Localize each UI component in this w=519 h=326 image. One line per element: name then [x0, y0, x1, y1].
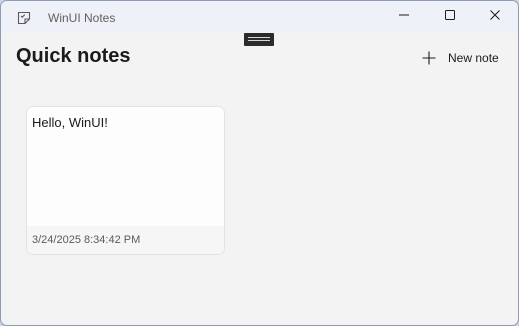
note-date: 3/24/2025 8:34:42 PM: [32, 234, 141, 246]
debug-toolbar-handle[interactable]: [244, 33, 274, 46]
close-icon: [489, 8, 501, 26]
sticky-note-icon: [16, 10, 32, 26]
page-title: Quick notes: [16, 45, 131, 67]
note-footer: 3/24/2025 8:34:42 PM: [27, 226, 224, 254]
title-bar[interactable]: WinUI Notes: [1, 1, 518, 33]
maximize-button[interactable]: [427, 1, 473, 33]
note-card[interactable]: Hello, WinUI! 3/24/2025 8:34:42 PM: [26, 106, 225, 255]
new-note-label: New note: [448, 51, 499, 65]
minimize-button[interactable]: [381, 1, 427, 33]
app-window: WinUI Notes Quick notes New note Hello, …: [0, 0, 519, 326]
minimize-icon: [398, 8, 410, 26]
note-body: Hello, WinUI!: [27, 107, 224, 226]
new-note-button[interactable]: New note: [421, 48, 499, 68]
maximize-icon: [444, 8, 456, 26]
note-text: Hello, WinUI!: [32, 115, 108, 130]
plus-icon: [421, 50, 437, 66]
window-title: WinUI Notes: [48, 11, 116, 25]
close-button[interactable]: [472, 1, 518, 33]
